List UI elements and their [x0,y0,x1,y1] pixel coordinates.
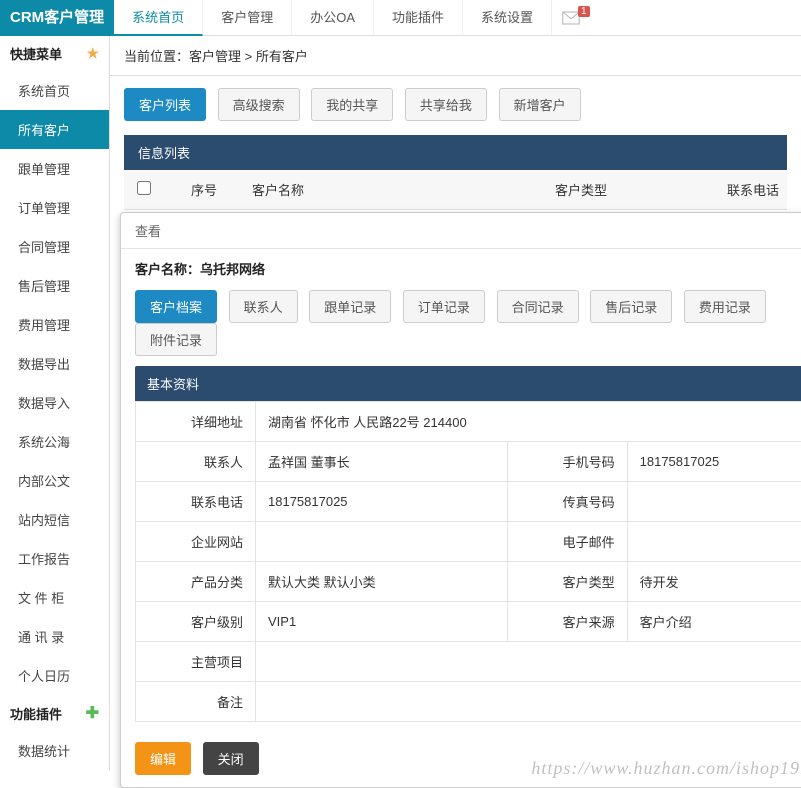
sidebar-item-work-report[interactable]: 工作报告 [0,539,109,578]
top-tab-plugins[interactable]: 功能插件 [374,0,463,36]
plus-icon: ✚ [86,703,99,723]
modal-tab-orders[interactable]: 订单记录 [403,290,485,323]
val-mobile: 18175817025 [627,442,801,482]
star-icon: ★ [86,45,99,62]
top-tab-settings[interactable]: 系统设置 [463,0,552,36]
sidebar-item-internal-doc[interactable]: 内部公文 [0,461,109,500]
lbl-category: 产品分类 [136,562,256,602]
lbl-phone: 联系电话 [136,482,256,522]
lbl-email: 电子邮件 [507,522,627,562]
modal-subtitle-value: 乌托邦网络 [200,262,265,277]
top-tab-home[interactable]: 系统首页 [114,0,203,36]
top-nav-tabs: 系统首页 客户管理 办公OA 功能插件 系统设置 [114,0,552,36]
sidebar-item-contracts[interactable]: 合同管理 [0,227,109,266]
action-shared-to-me[interactable]: 共享给我 [405,88,487,121]
val-remark [256,682,801,722]
sidebar-item-all-customers[interactable]: 所有客户 [0,110,109,149]
lbl-remark: 备注 [136,682,256,722]
modal-tab-aftersale[interactable]: 售后记录 [590,290,672,323]
action-my-share[interactable]: 我的共享 [311,88,393,121]
sidebar-item-stats[interactable]: 数据统计 [0,731,109,770]
sidebar-item-follow[interactable]: 跟单管理 [0,149,109,188]
lbl-mobile: 手机号码 [507,442,627,482]
action-advanced-search[interactable]: 高级搜索 [218,88,300,121]
modal-title: 查看 [121,213,801,249]
lbl-address: 详细地址 [136,402,256,442]
col-seq: 序号 [164,170,244,209]
val-address: 湖南省 怀化市 人民路22号 214400 [256,402,801,442]
val-mainbiz [256,642,801,682]
brand-title: CRM客户管理 [0,0,114,36]
sidebar-item-orders[interactable]: 订单管理 [0,188,109,227]
sidebar-item-site-msg[interactable]: 站内短信 [0,500,109,539]
details-table: 详细地址 湖南省 怀化市 人民路22号 214400 联系人 孟祥国 董事长 手… [135,401,801,722]
sidebar-item-calendar[interactable]: 个人日历 [0,656,109,695]
mail-button[interactable]: 1 [552,11,600,25]
lbl-source: 客户来源 [507,602,627,642]
top-tab-customer[interactable]: 客户管理 [203,0,292,36]
sidebar-item-fees[interactable]: 费用管理 [0,305,109,344]
sidebar-item-import[interactable]: 数据导入 [0,383,109,422]
modal-tabs: 客户档案 联系人 跟单记录 订单记录 合同记录 售后记录 费用记录 附件记录 [121,284,801,366]
val-phone: 18175817025 [256,482,508,522]
sidebar-item-aftersale[interactable]: 售后管理 [0,266,109,305]
view-modal: 查看 客户名称：乌托邦网络 客户档案 联系人 跟单记录 订单记录 合同记录 售后… [120,212,801,788]
list-panel-title: 信息列表 [124,135,787,170]
lbl-fax: 传真号码 [507,482,627,522]
modal-tab-contracts[interactable]: 合同记录 [497,290,579,323]
top-nav: CRM客户管理 系统首页 客户管理 办公OA 功能插件 系统设置 1 [0,0,801,36]
sidebar-group-shortcut-label: 快捷菜单 [10,44,62,63]
modal-tab-contacts[interactable]: 联系人 [229,290,298,323]
action-new-customer[interactable]: 新增客户 [499,88,581,121]
lbl-ctype: 客户类型 [507,562,627,602]
top-tab-oa[interactable]: 办公OA [292,0,374,36]
modal-tab-follow[interactable]: 跟单记录 [309,290,391,323]
close-button[interactable]: 关闭 [203,742,259,775]
col-phone: 联系电话 [707,170,787,209]
sidebar: 快捷菜单 ★ 系统首页 所有客户 跟单管理 订单管理 合同管理 售后管理 费用管… [0,36,110,770]
edit-button[interactable]: 编辑 [135,742,191,775]
val-source: 客户介绍 [627,602,801,642]
sidebar-group-plugins-label: 功能插件 [10,704,62,723]
list-header: 序号 客户名称 客户类型 联系电话 [124,170,787,210]
modal-section-title: 基本资料 [135,366,801,401]
lbl-level: 客户级别 [136,602,256,642]
val-email [627,522,801,562]
main-content: 当前位置：客户管理 > 所有客户 客户列表 高级搜索 我的共享 共享给我 新增客… [110,36,801,770]
lbl-mainbiz: 主营项目 [136,642,256,682]
sidebar-group-shortcut: 快捷菜单 ★ [0,36,109,71]
val-contact: 孟祥国 董事长 [256,442,508,482]
val-category: 默认大类 默认小类 [256,562,508,602]
val-level: VIP1 [256,602,508,642]
modal-tab-attachments[interactable]: 附件记录 [135,323,217,356]
sidebar-item-contacts[interactable]: 通 讯 录 [0,617,109,656]
modal-subtitle-label: 客户名称： [135,262,200,277]
list-select-all-checkbox[interactable] [137,181,151,195]
col-name: 客户名称 [244,170,547,209]
val-website [256,522,508,562]
val-fax [627,482,801,522]
val-ctype: 待开发 [627,562,801,602]
modal-tab-profile[interactable]: 客户档案 [135,290,217,323]
action-customer-list[interactable]: 客户列表 [124,88,206,121]
sidebar-item-home[interactable]: 系统首页 [0,71,109,110]
sidebar-group-plugins: 功能插件 ✚ [0,695,109,731]
modal-footer: 编辑 关闭 [121,734,801,787]
lbl-website: 企业网站 [136,522,256,562]
action-bar: 客户列表 高级搜索 我的共享 共享给我 新增客户 [110,76,801,135]
breadcrumb: 当前位置：客户管理 > 所有客户 [110,36,801,76]
sidebar-item-file-cabinet[interactable]: 文 件 柜 [0,578,109,617]
lbl-contact: 联系人 [136,442,256,482]
sidebar-item-export[interactable]: 数据导出 [0,344,109,383]
sidebar-item-publicsea[interactable]: 系统公海 [0,422,109,461]
mail-badge: 1 [578,6,590,17]
modal-subtitle: 客户名称：乌托邦网络 [121,249,801,284]
col-type: 客户类型 [547,170,707,209]
modal-tab-fees[interactable]: 费用记录 [684,290,766,323]
